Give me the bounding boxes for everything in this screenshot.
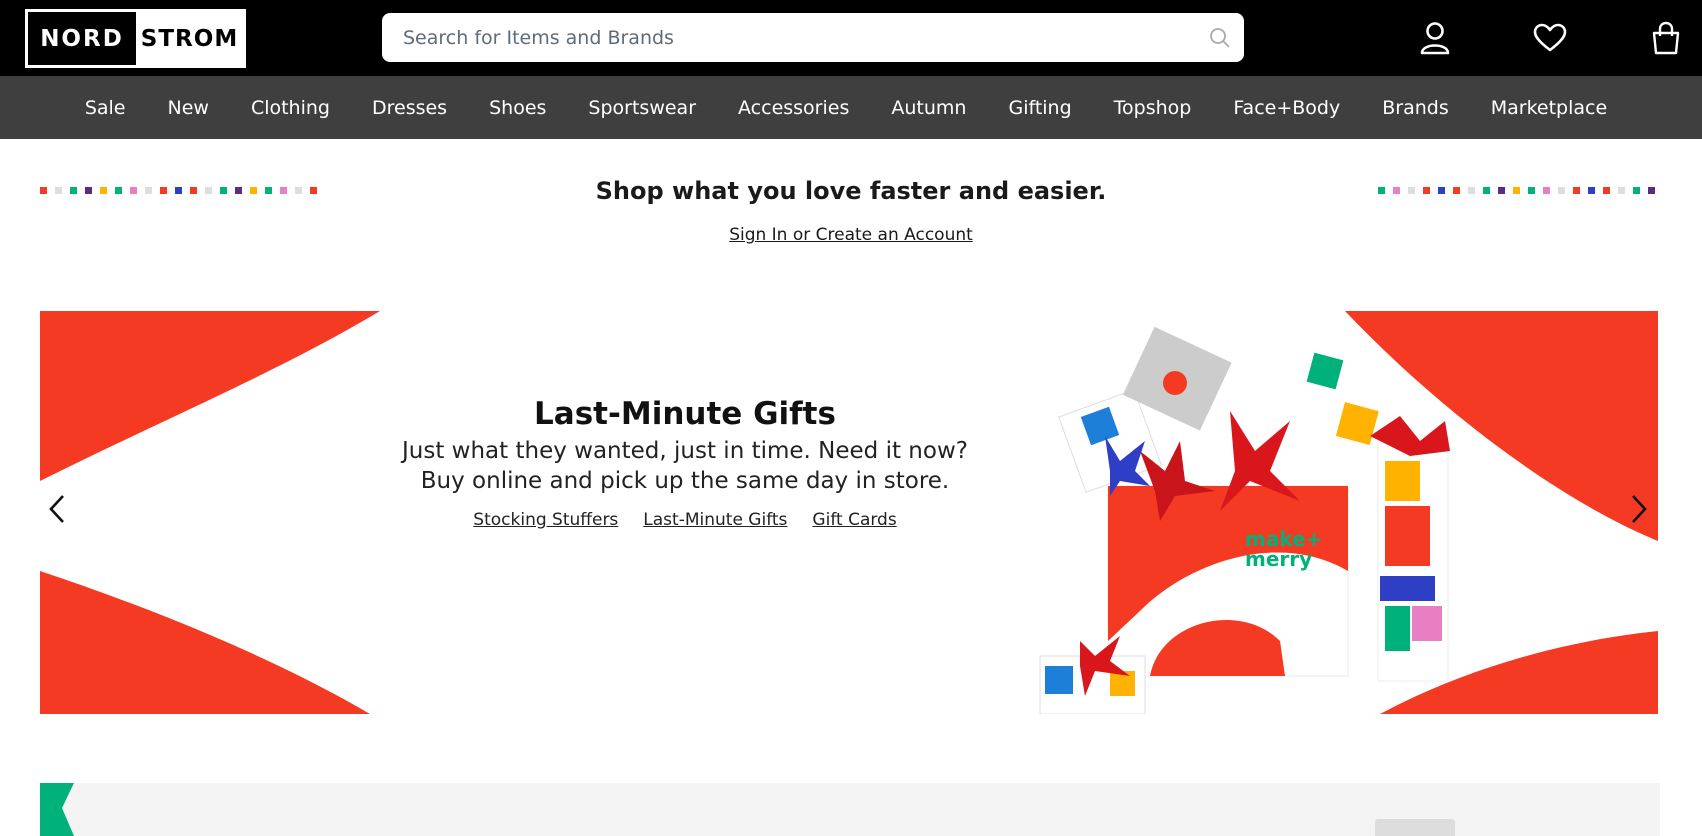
nav-item-sportswear[interactable]: Sportswear: [588, 97, 696, 119]
nordstrom-logo[interactable]: NORD STROM: [25, 9, 246, 68]
hero-link-last-minute-gifts[interactable]: Last-Minute Gifts: [643, 510, 787, 530]
hero-line-2: Buy online and pick up the same day in s…: [420, 468, 950, 494]
hero-links: Stocking Stuffers Last-Minute Gifts Gift…: [340, 510, 1030, 530]
carousel-prev-button[interactable]: [42, 491, 72, 531]
gift-illustration: make+ merry: [1039, 326, 1450, 714]
nav-item-clothing[interactable]: Clothing: [251, 97, 330, 119]
chevron-right-icon: [1629, 493, 1649, 529]
nav-item-shoes[interactable]: Shoes: [489, 97, 546, 119]
hero-link-gift-cards[interactable]: Gift Cards: [812, 510, 896, 530]
search-bar: [382, 13, 1244, 62]
svg-text:merry: merry: [1245, 547, 1312, 571]
teaser-image: [1375, 819, 1455, 836]
main-nav: Sale New Clothing Dresses Shoes Sportswe…: [0, 76, 1702, 139]
carousel-next-button[interactable]: [1624, 491, 1654, 531]
nav-item-sale[interactable]: Sale: [85, 97, 126, 119]
logo-text-left: NORD: [40, 25, 124, 52]
nav-item-topshop[interactable]: Topshop: [1114, 97, 1192, 119]
nav-item-new[interactable]: New: [167, 97, 208, 119]
nav-item-brands[interactable]: Brands: [1382, 97, 1449, 119]
nav-item-face-body[interactable]: Face+Body: [1233, 97, 1340, 119]
bag-icon[interactable]: [1646, 18, 1686, 58]
hero-text: Last-Minute Gifts Just what they wanted,…: [340, 396, 1030, 530]
signin-link[interactable]: Sign In or Create an Account: [729, 225, 973, 245]
next-section-teaser: [40, 783, 1660, 836]
nav-item-marketplace[interactable]: Marketplace: [1491, 97, 1607, 119]
nav-item-accessories[interactable]: Accessories: [738, 97, 849, 119]
nav-item-dresses[interactable]: Dresses: [372, 97, 447, 119]
nav-item-gifting[interactable]: Gifting: [1008, 97, 1071, 119]
hero-banner: make+ merry Last-Minute Gifts Just what …: [40, 311, 1658, 714]
logo-text-right: STROM: [136, 12, 243, 65]
search-input[interactable]: [382, 13, 1196, 62]
heart-icon[interactable]: [1530, 18, 1570, 58]
search-icon[interactable]: [1196, 14, 1244, 62]
hero-link-stocking-stuffers[interactable]: Stocking Stuffers: [473, 510, 618, 530]
top-header: NORD STROM: [0, 0, 1702, 76]
promo-title: Shop what you love faster and easier.: [595, 177, 1107, 205]
teal-shape-decoration: [40, 783, 74, 836]
nav-item-autumn[interactable]: Autumn: [891, 97, 966, 119]
account-icon[interactable]: [1415, 18, 1455, 58]
hero-title: Last-Minute Gifts: [534, 396, 836, 432]
chevron-left-icon: [47, 493, 67, 529]
hero-line-1: Just what they wanted, just in time. Nee…: [402, 438, 968, 464]
signin-area: Sign In or Create an Account: [0, 225, 1702, 245]
